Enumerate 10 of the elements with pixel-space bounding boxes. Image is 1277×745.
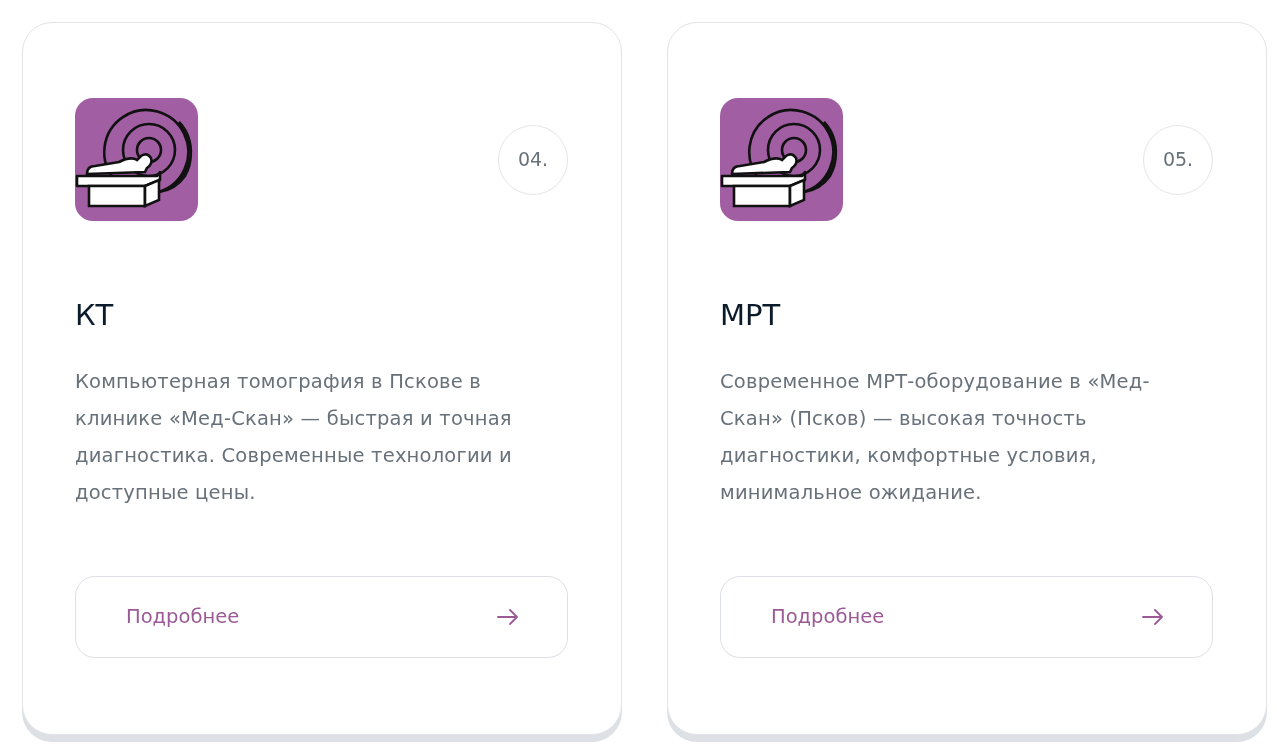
details-button[interactable]: Подробнее (75, 576, 568, 658)
scanner-icon (75, 98, 198, 221)
arrow-right-icon (497, 609, 519, 625)
arrow-right-icon (1142, 609, 1164, 625)
card-description: Современное МРТ-оборудование в «Мед-Скан» (Псков) — высокая точность диагностики, комфортные условия, минимальное ожидание. (720, 369, 1151, 506)
card-description: Компьютерная томография в Пскове в клинике «Мед-Скан» — быстрая и точная диагностика. Современные технологии и доступные цены. (75, 369, 513, 506)
details-button[interactable]: Подробнее (720, 576, 1213, 658)
scanner-icon (720, 98, 843, 221)
card-title: КТ (75, 297, 115, 333)
card-title: МРТ (720, 297, 782, 333)
